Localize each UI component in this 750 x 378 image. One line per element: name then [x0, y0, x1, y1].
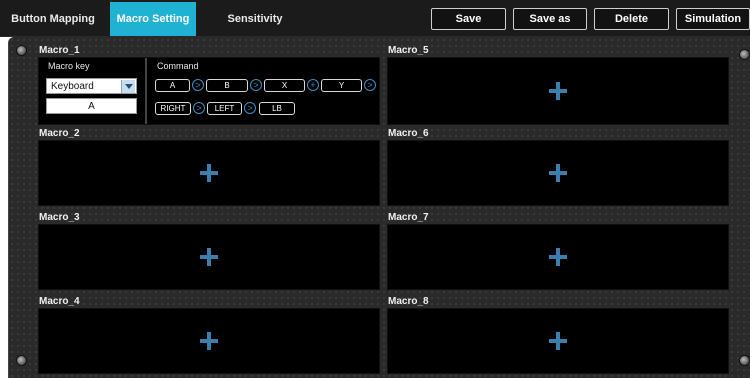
macro-3-title: Macro_3 — [39, 212, 80, 223]
macro-key-value-field[interactable]: A — [46, 98, 137, 114]
connector-next-icon[interactable]: > — [250, 79, 262, 91]
macro-6-box[interactable] — [387, 140, 729, 206]
divider — [145, 58, 147, 124]
command-button[interactable]: B — [206, 79, 248, 92]
screw-icon — [16, 45, 27, 56]
macro-1-box: Macro key Keyboard A Command A > B > X +… — [38, 57, 380, 125]
add-command-icon[interactable] — [549, 82, 567, 100]
command-button[interactable]: A — [155, 79, 190, 92]
command-button[interactable]: Y — [321, 79, 362, 92]
delete-button[interactable]: Delete — [594, 8, 669, 30]
macro-3-box[interactable] — [38, 224, 380, 290]
macro-8-title: Macro_8 — [388, 296, 429, 307]
macro-7-title: Macro_7 — [388, 212, 429, 223]
tab-macro-setting[interactable]: Macro Setting — [110, 2, 196, 36]
macro-6-title: Macro_6 — [388, 128, 429, 139]
add-command-icon[interactable] — [200, 332, 218, 350]
macro-key-type-select[interactable]: Keyboard — [46, 78, 137, 94]
add-command-icon[interactable] — [200, 248, 218, 266]
chevron-down-icon — [121, 80, 135, 93]
add-command-icon[interactable] — [549, 332, 567, 350]
command-button[interactable]: LEFT — [207, 102, 242, 115]
tab-button-mapping[interactable]: Button Mapping — [0, 2, 106, 36]
macro-8-box[interactable] — [387, 308, 729, 374]
add-command-icon[interactable] — [549, 248, 567, 266]
screw-icon — [16, 355, 27, 366]
connector-next-icon[interactable]: > — [192, 79, 204, 91]
top-bar: Button Mapping Macro Setting Sensitivity… — [0, 0, 750, 37]
simulation-button[interactable]: Simulation — [676, 8, 750, 30]
macro-key-label: Macro key — [48, 61, 90, 71]
macro-2-box[interactable] — [38, 140, 380, 206]
command-label: Command — [157, 61, 199, 71]
save-as-button[interactable]: Save as — [513, 8, 587, 30]
macro-4-title: Macro_4 — [39, 296, 80, 307]
connector-next-icon[interactable]: > — [364, 79, 376, 91]
macro-2-title: Macro_2 — [39, 128, 80, 139]
connector-next-icon[interactable]: > — [244, 102, 256, 114]
save-button[interactable]: Save — [431, 8, 506, 30]
macro-1-title: Macro_1 — [39, 45, 80, 56]
macro-7-box[interactable] — [387, 224, 729, 290]
macro-5-title: Macro_5 — [388, 45, 429, 56]
command-button[interactable]: LB — [259, 102, 295, 115]
command-button[interactable]: X — [264, 79, 305, 92]
add-command-icon[interactable] — [549, 164, 567, 182]
command-button[interactable]: RIGHT — [155, 102, 191, 115]
macro-4-box[interactable] — [38, 308, 380, 374]
connector-plus-icon[interactable]: + — [307, 79, 319, 91]
tab-sensitivity[interactable]: Sensitivity — [200, 2, 310, 36]
screw-icon — [739, 49, 750, 60]
screw-icon — [739, 355, 750, 366]
connector-next-icon[interactable]: > — [193, 102, 205, 114]
macro-5-box[interactable] — [387, 57, 729, 125]
macro-key-type-value: Keyboard — [51, 81, 94, 92]
add-command-icon[interactable] — [200, 164, 218, 182]
